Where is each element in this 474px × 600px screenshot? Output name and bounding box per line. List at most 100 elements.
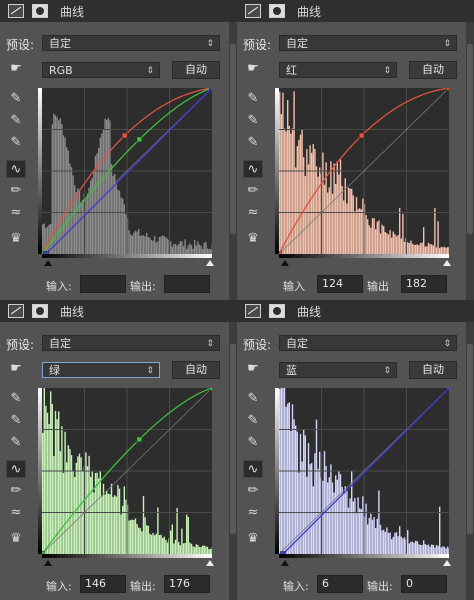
histogram-bar <box>319 167 321 254</box>
black-point-slider[interactable] <box>281 260 289 266</box>
smooth-icon[interactable]: ≈ <box>6 504 26 522</box>
gray-eyedropper-icon[interactable]: ✎ <box>6 412 26 430</box>
output-field[interactable]: 176 <box>164 575 210 593</box>
mask-icon[interactable] <box>269 4 285 18</box>
black-point-slider[interactable] <box>44 260 52 266</box>
hand-target-icon[interactable]: ☛ <box>6 360 26 378</box>
select-arrows-icon: ⇕ <box>146 66 154 76</box>
hand-target-icon[interactable]: ☛ <box>243 360 263 378</box>
scrollbar-thumb[interactable] <box>230 344 236 534</box>
scrollbar[interactable] <box>229 322 237 600</box>
histogram-bar <box>349 498 351 554</box>
curve-adjust-icon[interactable] <box>245 304 261 318</box>
output-field[interactable] <box>164 275 210 293</box>
smooth-icon[interactable]: ≈ <box>243 504 263 522</box>
curve-adjust-icon[interactable] <box>8 4 24 18</box>
input-field[interactable] <box>80 275 126 293</box>
curve-graph[interactable] <box>42 388 212 554</box>
smooth-icon[interactable]: ≈ <box>243 204 263 222</box>
gray-eyedropper-icon[interactable]: ✎ <box>6 112 26 130</box>
curve-graph-svg[interactable] <box>42 88 212 254</box>
channel-select[interactable]: RGB ⇕ <box>42 62 160 78</box>
input-field[interactable]: 124 <box>317 275 363 293</box>
scrollbar-thumb[interactable] <box>467 44 473 234</box>
clipping-warning-icon[interactable]: ♛ <box>243 530 263 548</box>
pencil-icon[interactable]: ✏ <box>6 182 26 200</box>
green-control-point[interactable] <box>209 388 213 391</box>
curve-graph-svg[interactable] <box>279 88 449 254</box>
pencil-icon[interactable]: ✏ <box>243 482 263 500</box>
mask-icon[interactable] <box>32 304 48 318</box>
preset-select[interactable]: 自定 ⇕ <box>42 335 220 351</box>
curve-adjust-icon[interactable] <box>8 304 24 318</box>
histogram-bar <box>165 237 167 254</box>
clipping-warning-icon[interactable]: ♛ <box>6 230 26 248</box>
preset-select[interactable]: 自定 ⇕ <box>42 35 220 51</box>
auto-button[interactable]: 自动 <box>409 361 457 379</box>
black-eyedropper-icon[interactable]: ✎ <box>6 390 26 408</box>
scrollbar-thumb[interactable] <box>230 44 236 234</box>
preset-select[interactable]: 自定 ⇕ <box>279 35 457 51</box>
black-point-slider[interactable] <box>281 560 289 566</box>
curve-graph[interactable] <box>279 88 449 254</box>
gray-eyedropper-icon[interactable]: ✎ <box>243 412 263 430</box>
curve-tool-icon[interactable]: ∿ <box>6 160 26 178</box>
curve-graph[interactable] <box>279 388 449 554</box>
scrollbar[interactable] <box>466 22 474 300</box>
white-eyedropper-icon[interactable]: ✎ <box>6 434 26 452</box>
scrollbar-thumb[interactable] <box>467 344 473 534</box>
blue-control-point[interactable] <box>209 88 213 91</box>
black-point-slider[interactable] <box>44 560 52 566</box>
pencil-icon[interactable]: ✏ <box>243 182 263 200</box>
pencil-icon[interactable]: ✏ <box>6 482 26 500</box>
scrollbar[interactable] <box>229 22 237 300</box>
white-eyedropper-icon[interactable]: ✎ <box>6 134 26 152</box>
hand-target-icon[interactable]: ☛ <box>6 60 26 78</box>
curve-adjust-icon[interactable] <box>245 4 261 18</box>
hand-target-icon[interactable]: ☛ <box>243 60 263 78</box>
channel-select[interactable]: 蓝 ⇕ <box>279 362 397 378</box>
histogram-bar <box>163 236 165 254</box>
black-eyedropper-icon[interactable]: ✎ <box>6 90 26 108</box>
histogram-bar <box>187 516 189 554</box>
auto-button[interactable]: 自动 <box>172 361 220 379</box>
green-control-point[interactable] <box>136 136 143 143</box>
red-control-point[interactable] <box>446 88 450 91</box>
curve-graph-svg[interactable] <box>279 388 449 554</box>
output-field[interactable]: 0 <box>401 575 447 593</box>
white-point-slider[interactable] <box>443 260 451 266</box>
channel-select[interactable]: 红 ⇕ <box>279 62 397 78</box>
white-eyedropper-icon[interactable]: ✎ <box>243 434 263 452</box>
output-field[interactable]: 182 <box>401 275 447 293</box>
red-control-point[interactable] <box>358 132 365 139</box>
white-eyedropper-icon[interactable]: ✎ <box>243 134 263 152</box>
red-control-point[interactable] <box>121 132 128 139</box>
mask-icon[interactable] <box>32 4 48 18</box>
smooth-icon[interactable]: ≈ <box>6 204 26 222</box>
scrollbar[interactable] <box>466 322 474 600</box>
clipping-warning-icon[interactable]: ♛ <box>6 530 26 548</box>
gray-eyedropper-icon[interactable]: ✎ <box>243 112 263 130</box>
input-gradient <box>42 254 212 258</box>
clipping-warning-icon[interactable]: ♛ <box>243 230 263 248</box>
curve-graph-svg[interactable] <box>42 388 212 554</box>
black-eyedropper-icon[interactable]: ✎ <box>243 90 263 108</box>
curve-tool-icon[interactable]: ∿ <box>243 460 263 478</box>
black-eyedropper-icon[interactable]: ✎ <box>243 390 263 408</box>
input-field[interactable]: 6 <box>317 575 363 593</box>
mask-icon[interactable] <box>269 304 285 318</box>
green-control-point[interactable] <box>136 436 143 443</box>
curve-tool-icon[interactable]: ∿ <box>6 460 26 478</box>
white-point-slider[interactable] <box>443 560 451 566</box>
white-point-slider[interactable] <box>206 560 214 566</box>
channel-select[interactable]: 绿 ⇕ <box>42 362 160 378</box>
histogram-bar <box>98 478 100 554</box>
input-field[interactable]: 146 <box>80 575 126 593</box>
auto-button[interactable]: 自动 <box>172 61 220 79</box>
curve-tool-icon[interactable]: ∿ <box>243 160 263 178</box>
preset-select[interactable]: 自定 ⇕ <box>279 335 457 351</box>
auto-button[interactable]: 自动 <box>409 61 457 79</box>
white-point-slider[interactable] <box>206 260 214 266</box>
curve-graph[interactable] <box>42 88 212 254</box>
blue-control-point[interactable] <box>446 388 450 391</box>
